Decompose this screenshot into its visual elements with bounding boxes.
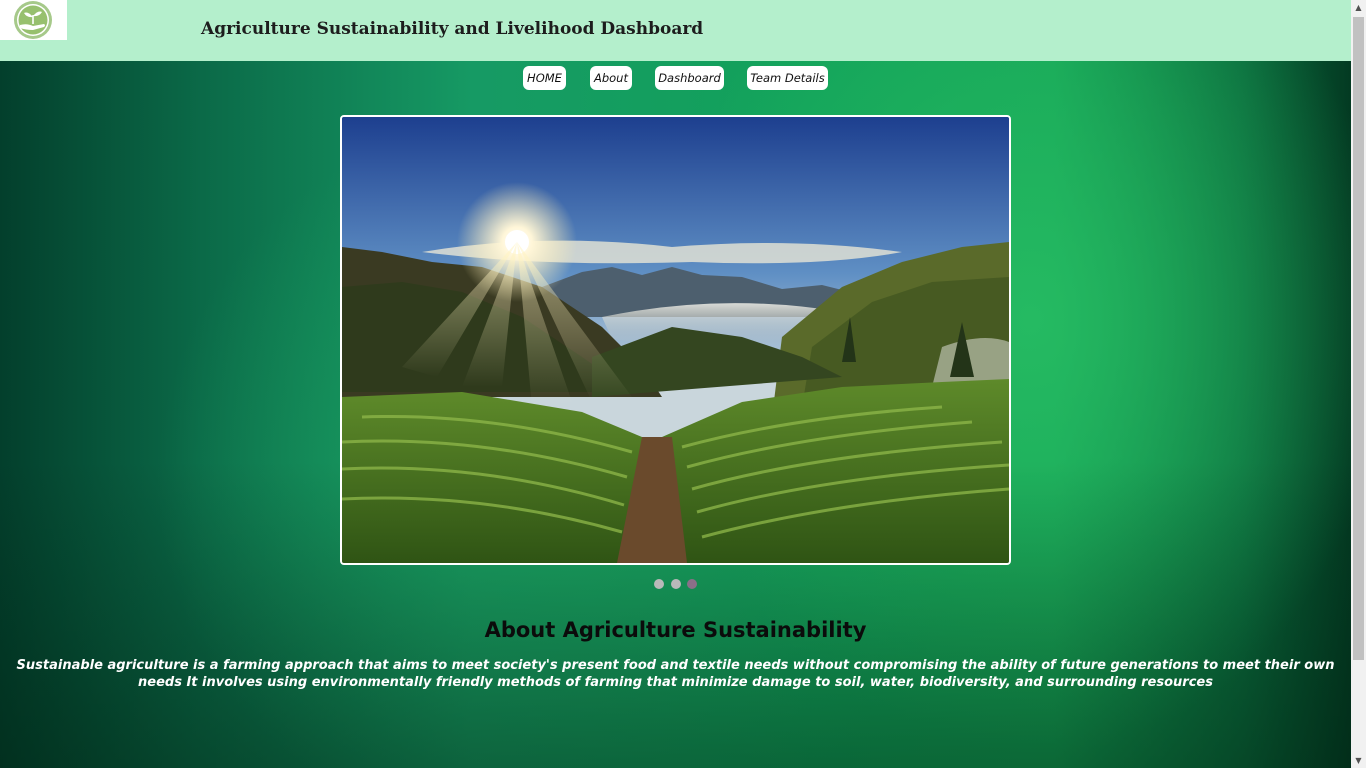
- carousel-dot-3[interactable]: [687, 579, 697, 589]
- hand-holding-sprout-icon: [14, 1, 52, 39]
- scrollbar-thumb[interactable]: [1353, 17, 1364, 660]
- logo[interactable]: [0, 0, 67, 40]
- nav-about-button[interactable]: About: [590, 66, 632, 90]
- main-nav: HOME About Dashboard Team Details: [0, 61, 1351, 115]
- image-carousel[interactable]: [340, 115, 1011, 565]
- vertical-scrollbar[interactable]: ▲ ▼: [1351, 0, 1366, 768]
- nav-home-button[interactable]: HOME: [523, 66, 566, 90]
- about-heading: About Agriculture Sustainability: [484, 618, 867, 642]
- carousel-dot-1[interactable]: [654, 579, 664, 589]
- nav-dashboard-button[interactable]: Dashboard: [655, 66, 724, 90]
- nav-team-details-button[interactable]: Team Details: [747, 66, 828, 90]
- carousel-dot-2[interactable]: [671, 579, 681, 589]
- page-title: Agriculture Sustainability and Livelihoo…: [201, 19, 704, 39]
- about-paragraph: Sustainable agriculture is a farming app…: [16, 658, 1335, 690]
- scroll-down-arrow-icon[interactable]: ▼: [1351, 753, 1366, 768]
- site-header: Agriculture Sustainability and Livelihoo…: [0, 0, 1351, 61]
- farm-landscape-image: [342, 117, 1009, 563]
- scroll-up-arrow-icon[interactable]: ▲: [1351, 0, 1366, 15]
